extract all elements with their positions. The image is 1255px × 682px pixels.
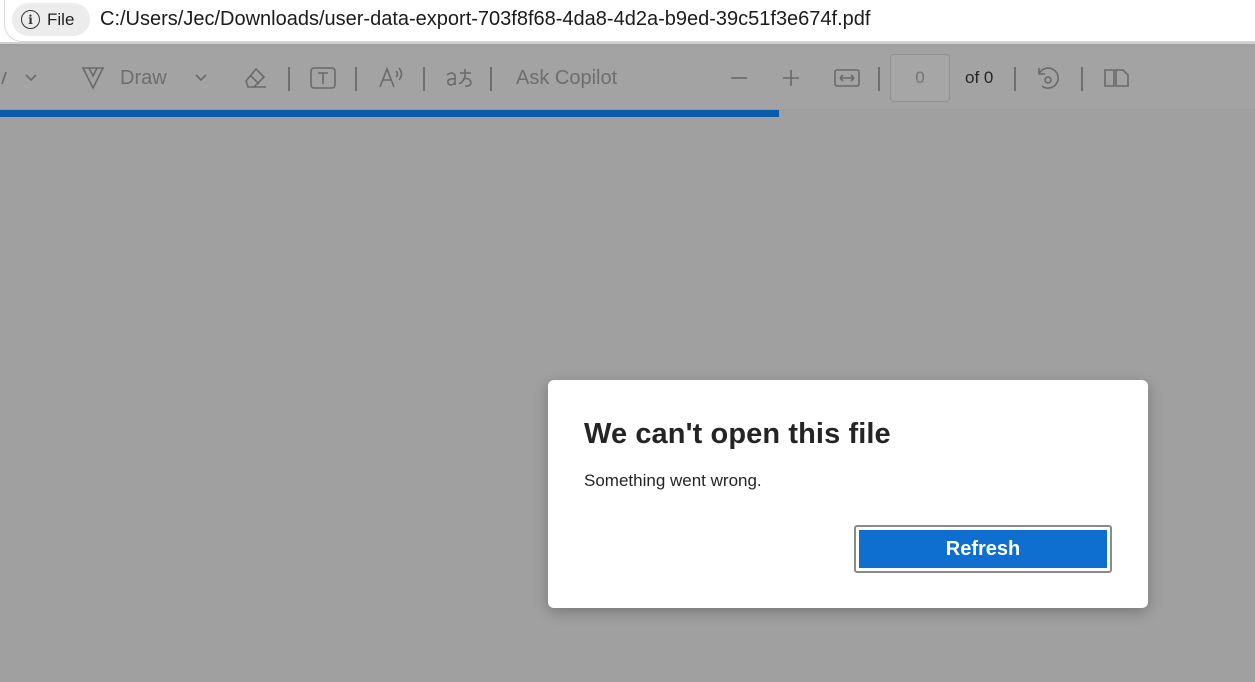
toolbar-divider xyxy=(355,67,357,91)
loading-progress-bar xyxy=(0,110,1255,117)
toolbar-divider xyxy=(423,67,425,91)
site-info-chip[interactable]: i File xyxy=(12,3,90,36)
page-number-input[interactable]: 0 xyxy=(890,54,950,102)
ask-copilot-button[interactable]: Ask Copilot xyxy=(516,46,617,110)
zoom-out-icon[interactable] xyxy=(729,46,749,110)
draw-options-chevron-icon[interactable] xyxy=(194,46,208,110)
read-aloud-icon[interactable] xyxy=(378,46,406,110)
rotate-icon[interactable] xyxy=(1034,46,1062,110)
highlighter-icon[interactable] xyxy=(0,46,10,110)
loading-progress-fill xyxy=(0,110,780,117)
translate-icon[interactable] xyxy=(444,46,474,110)
toolbar-divider xyxy=(490,67,492,91)
address-bar: i File C:/Users/Jec/Downloads/user-data-… xyxy=(0,0,1255,44)
ask-copilot-label: Ask Copilot xyxy=(516,66,618,89)
toolbar-divider xyxy=(1014,67,1016,91)
scheme-label: File xyxy=(47,9,75,29)
text-box-icon[interactable] xyxy=(309,46,337,110)
refresh-button[interactable]: Refresh xyxy=(859,530,1107,568)
info-icon: i xyxy=(21,10,40,29)
dialog-message: Something went wrong. xyxy=(584,471,762,490)
error-dialog: We can't open this file Something went w… xyxy=(548,380,1148,608)
draw-label: Draw xyxy=(120,66,167,89)
toolbar-divider xyxy=(288,67,290,91)
fit-width-icon[interactable] xyxy=(833,46,861,110)
zoom-in-icon[interactable] xyxy=(781,46,801,110)
eraser-icon[interactable] xyxy=(242,46,268,110)
refresh-button-focus-ring: Refresh xyxy=(854,525,1112,573)
draw-icon xyxy=(81,67,105,90)
highlighter-chevron-icon[interactable] xyxy=(24,46,38,110)
url-text[interactable]: C:/Users/Jec/Downloads/user-data-export-… xyxy=(100,8,870,31)
toolbar-divider xyxy=(1081,67,1083,91)
page-view-icon[interactable] xyxy=(1102,46,1130,110)
pdf-toolbar: Draw Ask Copilot 0 of 0 xyxy=(0,46,1255,110)
toolbar-divider xyxy=(878,67,880,91)
dialog-title: We can't open this file xyxy=(584,418,891,450)
draw-button[interactable]: Draw xyxy=(80,46,167,110)
page-total-label: of 0 xyxy=(965,68,994,87)
